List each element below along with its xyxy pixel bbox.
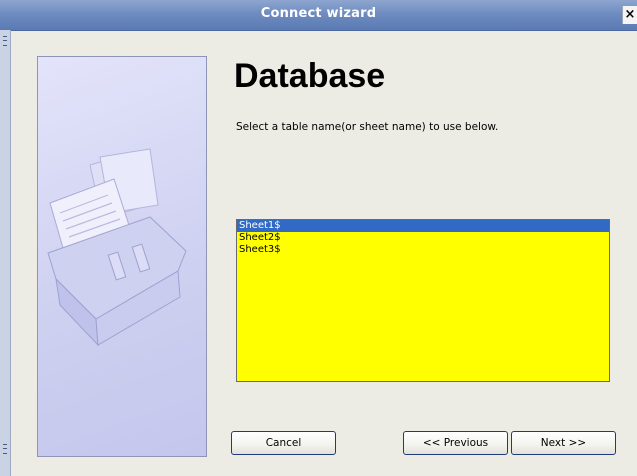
- cancel-button[interactable]: Cancel: [231, 431, 336, 455]
- list-item[interactable]: Sheet2$: [237, 232, 609, 244]
- instruction-text: Select a table name(or sheet name) to us…: [236, 121, 499, 133]
- list-item[interactable]: Sheet1$: [237, 220, 609, 232]
- list-item[interactable]: Sheet3$: [237, 244, 609, 256]
- left-dock-strip: [0, 30, 11, 476]
- card-file-index-illustration: [47, 148, 187, 347]
- title-bar[interactable]: Connect wizard ×: [0, 0, 637, 31]
- grip-handle-icon[interactable]: [3, 36, 7, 46]
- table-name-listbox[interactable]: Sheet1$ Sheet2$ Sheet3$: [236, 219, 610, 382]
- window-title: Connect wizard: [260, 6, 377, 21]
- wizard-side-image: [37, 56, 207, 457]
- close-button[interactable]: ×: [622, 6, 637, 24]
- grip-handle-icon[interactable]: [3, 444, 7, 454]
- previous-button[interactable]: << Previous: [403, 431, 508, 455]
- connect-wizard-window: Connect wizard × Database Select a table…: [0, 0, 637, 476]
- page-title: Database: [234, 57, 386, 95]
- next-button[interactable]: Next >>: [511, 431, 616, 455]
